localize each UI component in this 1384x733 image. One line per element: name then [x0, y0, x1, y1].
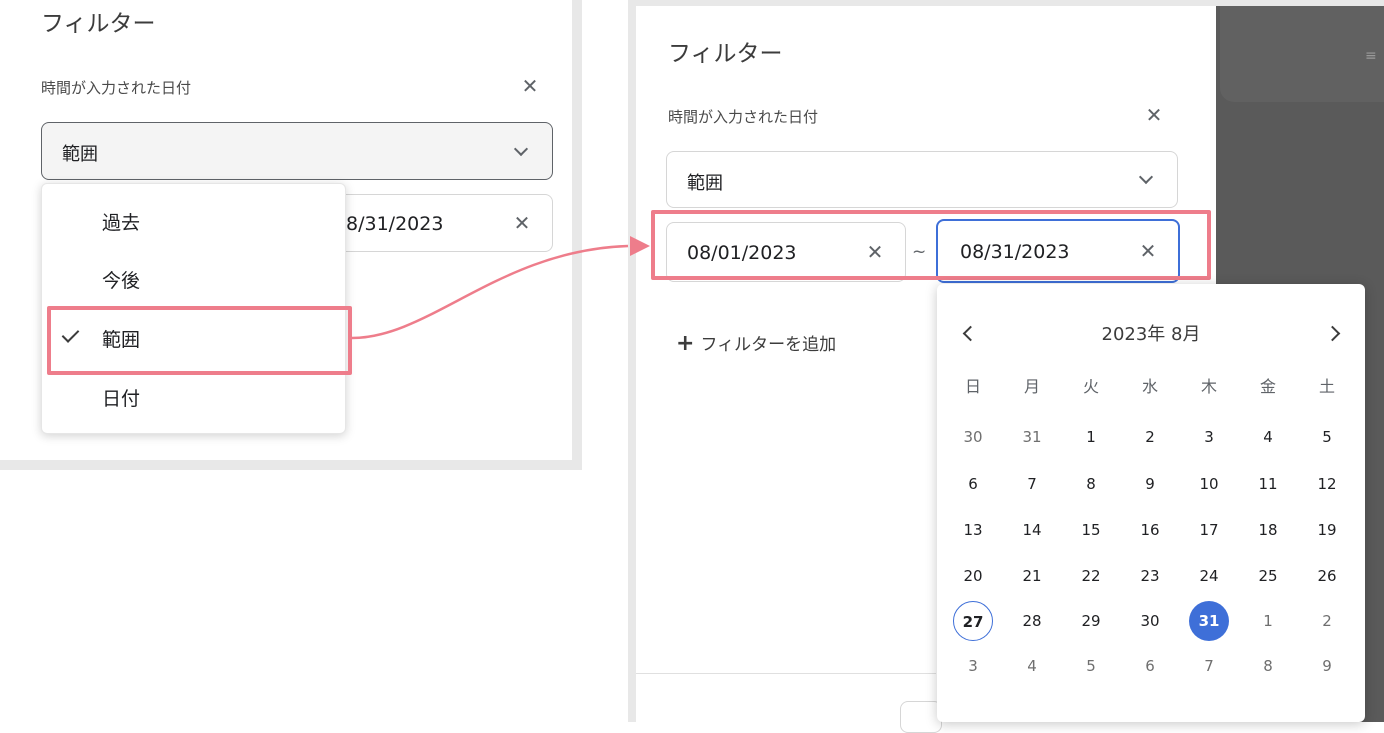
calendar-day[interactable]: 27: [953, 601, 993, 641]
calendar-day[interactable]: 31: [1012, 417, 1052, 457]
remove-field-close-icon[interactable]: ✕: [518, 74, 542, 98]
calendar-day[interactable]: 25: [1248, 556, 1288, 596]
weekday-label: 土: [1318, 377, 1335, 396]
left-filter-panel: フィルター 時間が入力された日付 ✕ 範囲 8/31/2023 ✕ 過去 今後 …: [0, 0, 572, 460]
date-input-value: 8/31/2023: [346, 213, 444, 235]
filter-title: フィルター: [41, 11, 156, 37]
calendar-day[interactable]: 1: [1248, 601, 1288, 641]
weekday-label: 火: [1082, 377, 1099, 396]
calendar-day[interactable]: 14: [1012, 510, 1052, 550]
condition-select[interactable]: 範囲: [41, 122, 553, 180]
calendar-day[interactable]: 23: [1130, 556, 1170, 596]
calendar-day[interactable]: 15: [1071, 510, 1111, 550]
calendar-day[interactable]: 17: [1189, 510, 1229, 550]
calendar-day[interactable]: 2: [1307, 601, 1347, 641]
calendar-day[interactable]: 8: [1071, 464, 1111, 504]
range-option-highlight: [47, 306, 352, 375]
calendar-day[interactable]: 31: [1189, 601, 1229, 641]
calendar-day[interactable]: 2: [1130, 417, 1170, 457]
add-filter-label: フィルターを追加: [700, 335, 837, 355]
calendar-day[interactable]: 24: [1189, 556, 1229, 596]
field-label: 時間が入力された日付: [668, 108, 819, 126]
calendar-day[interactable]: 20: [953, 556, 993, 596]
filter-title: フィルター: [668, 41, 783, 67]
calendar-day[interactable]: 4: [1012, 646, 1052, 686]
footer-button[interactable]: [900, 701, 942, 733]
weekday-label: 月: [1023, 377, 1040, 396]
add-filter-button[interactable]: + フィルターを追加: [676, 330, 836, 356]
calendar-day[interactable]: 7: [1189, 646, 1229, 686]
date-picker-calendar: 2023年 8月 日月火水木金土 30 31 1 2 3 4 5 6 7 8 9 10 11 12 13 14 1…: [937, 284, 1365, 722]
weekday-label: 日: [964, 377, 981, 396]
calendar-day[interactable]: 9: [1307, 646, 1347, 686]
calendar-day[interactable]: 30: [1130, 601, 1170, 641]
date-range-highlight: [651, 210, 1211, 280]
option-label: 今後: [102, 270, 141, 292]
clear-date-close-icon[interactable]: ✕: [510, 211, 534, 235]
remove-field-close-icon[interactable]: ✕: [1142, 103, 1166, 127]
calendar-day[interactable]: 3: [1189, 417, 1229, 457]
calendar-day[interactable]: 8: [1248, 646, 1288, 686]
condition-select-value: 範囲: [687, 173, 723, 194]
calendar-day[interactable]: 19: [1307, 510, 1347, 550]
dropdown-option-future[interactable]: 今後: [42, 250, 345, 308]
date-input[interactable]: 8/31/2023 ✕: [335, 194, 553, 252]
calendar-day[interactable]: 29: [1071, 601, 1111, 641]
calendar-day[interactable]: 13: [953, 510, 993, 550]
calendar-day[interactable]: 9: [1130, 464, 1170, 504]
calendar-day[interactable]: 21: [1012, 556, 1052, 596]
calendar-day[interactable]: 7: [1012, 464, 1052, 504]
calendar-day[interactable]: 10: [1189, 464, 1229, 504]
dropdown-option-past[interactable]: 過去: [42, 192, 345, 250]
option-label: 過去: [102, 212, 141, 234]
plus-icon: +: [676, 331, 695, 356]
calendar-day[interactable]: 4: [1248, 417, 1288, 457]
calendar-day[interactable]: 16: [1130, 510, 1170, 550]
calendar-day[interactable]: 18: [1248, 510, 1288, 550]
field-label: 時間が入力された日付: [41, 79, 192, 97]
filter-icon: ≡: [1365, 48, 1377, 64]
footer-divider: [636, 673, 936, 674]
weekday-label: 木: [1200, 377, 1217, 396]
calendar-day[interactable]: 5: [1307, 417, 1347, 457]
background-card: [1220, 6, 1384, 102]
weekday-label: 金: [1259, 377, 1276, 396]
calendar-day[interactable]: 12: [1307, 464, 1347, 504]
calendar-day[interactable]: 11: [1248, 464, 1288, 504]
calendar-day[interactable]: 6: [953, 464, 993, 504]
condition-select-value: 範囲: [62, 144, 98, 165]
condition-select[interactable]: 範囲: [666, 151, 1178, 208]
chevron-down-icon: [513, 141, 529, 157]
calendar-day[interactable]: 30: [953, 417, 993, 457]
calendar-day[interactable]: 22: [1071, 556, 1111, 596]
calendar-day[interactable]: 6: [1130, 646, 1170, 686]
weekday-label: 水: [1141, 377, 1158, 396]
calendar-day[interactable]: 28: [1012, 601, 1052, 641]
calendar-day[interactable]: 3: [953, 646, 993, 686]
calendar-day[interactable]: 1: [1071, 417, 1111, 457]
chevron-down-icon: [1138, 169, 1154, 185]
dropdown-option-date[interactable]: 日付: [42, 368, 345, 426]
calendar-month-title: 2023年 8月: [1101, 324, 1201, 345]
calendar-day[interactable]: 5: [1071, 646, 1111, 686]
calendar-day[interactable]: 26: [1307, 556, 1347, 596]
option-label: 日付: [102, 388, 141, 410]
